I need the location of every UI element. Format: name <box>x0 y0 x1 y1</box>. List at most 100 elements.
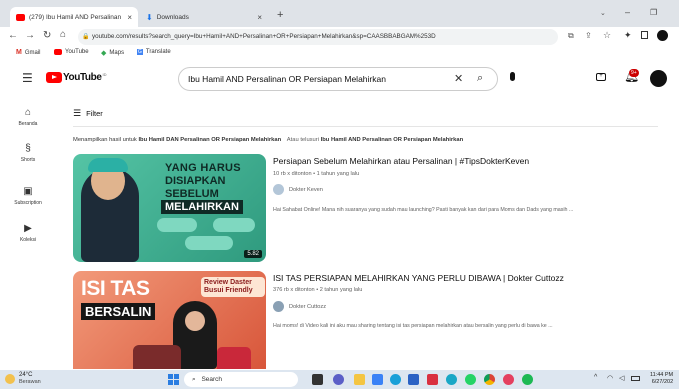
bookmarks-bar: M Gmail YouTube ◆ Maps G Translate <box>0 47 679 61</box>
result-1-thumbnail[interactable]: YANG HARUS DISIAPKAN SEBELUM MELAHIRKAN … <box>73 154 266 262</box>
task-view-icon[interactable] <box>312 374 323 385</box>
wifi-icon[interactable]: ◠ <box>607 374 613 382</box>
notification-count-badge: 9+ <box>629 69 639 77</box>
home-button-icon[interactable]: ⌂ <box>60 29 66 40</box>
filter-divider <box>73 126 658 127</box>
result-2-channel-name[interactable]: Dokter Cuttozz <box>289 304 326 310</box>
bookmark-youtube-label: YouTube <box>65 49 89 55</box>
youtube-favicon-icon <box>16 13 25 21</box>
bookmark-maps[interactable]: ◆ Maps <box>101 49 124 57</box>
minimize-icon[interactable]: – <box>625 7 630 17</box>
tab-youtube-label: (279) Ibu Hamil AND Persalinan <box>29 13 122 21</box>
subscriptions-icon: ▣ <box>23 186 33 197</box>
thumbnail-bubble-right <box>213 218 255 232</box>
whatsapp-icon[interactable] <box>465 374 476 385</box>
result-2-meta: 376 rb x ditonton • 2 tahun yang lalu <box>273 287 363 293</box>
back-icon[interactable]: ← <box>8 30 18 41</box>
sidebar-item-library-label: Koleksi <box>19 237 37 243</box>
thumbnail-woman-face <box>185 311 205 331</box>
windows-taskbar: 24°C Berawan ⌕ Search ^ ◠ ◁ 11:44 PM 6/2… <box>0 370 679 389</box>
thumb1-line1: YANG HARUS <box>165 162 241 174</box>
thumb2-line2: BERSALIN <box>81 303 156 320</box>
address-url: youtube.com/results?search_query=Ibu+Ham… <box>92 33 436 40</box>
bookmark-star-icon[interactable]: ☆ <box>603 30 611 41</box>
weather-widget[interactable]: 24°C Berawan <box>5 372 41 386</box>
browser-tab-strip: (279) Ibu Hamil AND Persalinan × ⬇ Downl… <box>0 0 679 27</box>
address-bar[interactable]: 🔒 youtube.com/results?search_query=Ibu+H… <box>78 29 558 45</box>
menu-icon[interactable]: ☰ <box>22 71 33 85</box>
install-icon[interactable]: ⧉ <box>568 31 574 41</box>
youtube-play-icon <box>46 72 62 83</box>
filter-button[interactable]: ☰ Filter <box>73 108 103 119</box>
search-icon[interactable]: ⌕ <box>477 67 483 89</box>
youtube-logo[interactable]: YouTube ID <box>46 72 107 83</box>
app-icon-cyan[interactable] <box>446 374 457 385</box>
create-video-icon[interactable]: + <box>596 73 606 81</box>
bookmark-gmail[interactable]: M Gmail <box>16 49 41 56</box>
search-input[interactable]: Ibu Hamil AND Persalinan OR Persiapan Me… <box>178 67 498 91</box>
mic-icon[interactable] <box>510 72 515 81</box>
translate-icon: G <box>137 49 143 55</box>
clock[interactable]: 11:44 PM 6/27/202 <box>650 372 673 386</box>
filter-icon: ☰ <box>73 108 82 118</box>
sidebar-item-library[interactable]: ▶ Koleksi <box>6 223 50 243</box>
sidebar-item-shorts[interactable]: § Shorts <box>6 143 50 163</box>
taskbar-search-label: Search <box>201 376 223 383</box>
bookmark-youtube[interactable]: YouTube <box>54 49 89 55</box>
sidepanel-icon[interactable] <box>641 31 648 39</box>
bookmark-translate[interactable]: G Translate <box>137 49 171 55</box>
edge-icon[interactable] <box>390 374 401 385</box>
forward-icon[interactable]: → <box>25 30 35 41</box>
spotify-icon[interactable] <box>522 374 533 385</box>
duration-badge: 5.82 <box>244 250 262 258</box>
result-1-channel[interactable]: Dokter Keven <box>273 184 323 195</box>
chrome-icon[interactable] <box>484 374 495 385</box>
restore-icon[interactable]: ❐ <box>650 8 657 17</box>
share-icon[interactable]: ⇪ <box>585 31 592 40</box>
taskbar-search[interactable]: ⌕ Search <box>184 372 298 387</box>
clock-time: 11:44 PM <box>650 372 674 378</box>
bookmark-translate-label: Translate <box>145 49 171 55</box>
extensions-icon[interactable]: ✦ <box>624 30 632 41</box>
alt-query-link[interactable]: Ibu Hamil AND Persalinan OR Persiapan Me… <box>321 137 464 143</box>
taskbar-search-icon: ⌕ <box>192 376 196 383</box>
volume-icon[interactable]: ◁ <box>619 374 624 382</box>
battery-icon[interactable] <box>631 376 640 381</box>
thumbnail-bubble-left <box>157 218 197 232</box>
tab-youtube-close-icon[interactable]: × <box>127 13 132 22</box>
app-icon-red[interactable] <box>427 374 438 385</box>
app-icon-pink[interactable] <box>503 374 514 385</box>
tab-downloads[interactable]: ⬇ Downloads × <box>140 7 268 27</box>
new-tab-button[interactable]: + <box>277 9 283 21</box>
tab-search-chevron-icon[interactable]: ⌄ <box>600 9 606 17</box>
thumb2-badge: Review Daster Busui Friendly <box>201 277 265 297</box>
result-1-channel-name[interactable]: Dokter Keven <box>289 187 323 193</box>
showing-query-link[interactable]: Ibu Hamil DAN Persalinan OR Persiapan Me… <box>138 137 281 143</box>
windows-start-icon[interactable] <box>168 374 179 385</box>
chat-icon[interactable] <box>333 374 344 385</box>
tab-youtube[interactable]: (279) Ibu Hamil AND Persalinan × <box>10 7 138 27</box>
youtube-logo-region: ID <box>102 72 107 77</box>
gmail-icon: M <box>16 49 22 56</box>
reload-icon[interactable]: ↻ <box>43 30 51 41</box>
clear-search-icon[interactable]: ✕ <box>454 68 463 90</box>
search-correction-line: Menampilkan hasil untuk Ibu Hamil DAN Pe… <box>73 137 463 143</box>
result-2-thumbnail[interactable]: ISI TAS BERSALIN Review Daster Busui Fri… <box>73 271 266 369</box>
result-2-channel[interactable]: Dokter Cuttozz <box>273 301 326 312</box>
thumb1-line4: MELAHIRKAN <box>161 200 243 214</box>
store-icon[interactable] <box>372 374 383 385</box>
filter-label: Filter <box>86 109 103 118</box>
tray-chevron-icon[interactable]: ^ <box>594 374 597 381</box>
sidebar-item-subscription[interactable]: ▣ Subscription <box>6 186 50 206</box>
sidebar-item-home[interactable]: ⌂ Beranda <box>6 107 50 127</box>
file-explorer-icon[interactable] <box>354 374 365 385</box>
channel-avatar[interactable] <box>273 301 284 312</box>
result-2-title[interactable]: ISI TAS PERSIAPAN MELAHIRKAN YANG PERLU … <box>273 273 564 283</box>
channel-avatar[interactable] <box>273 184 284 195</box>
profile-avatar[interactable] <box>657 30 668 41</box>
app-icon-blue[interactable] <box>408 374 419 385</box>
lock-icon: 🔒 <box>82 34 90 40</box>
result-1-title[interactable]: Persiapan Sebelum Melahirkan atau Persal… <box>273 156 529 166</box>
account-avatar[interactable] <box>650 70 667 87</box>
tab-downloads-close-icon[interactable]: × <box>257 13 262 22</box>
